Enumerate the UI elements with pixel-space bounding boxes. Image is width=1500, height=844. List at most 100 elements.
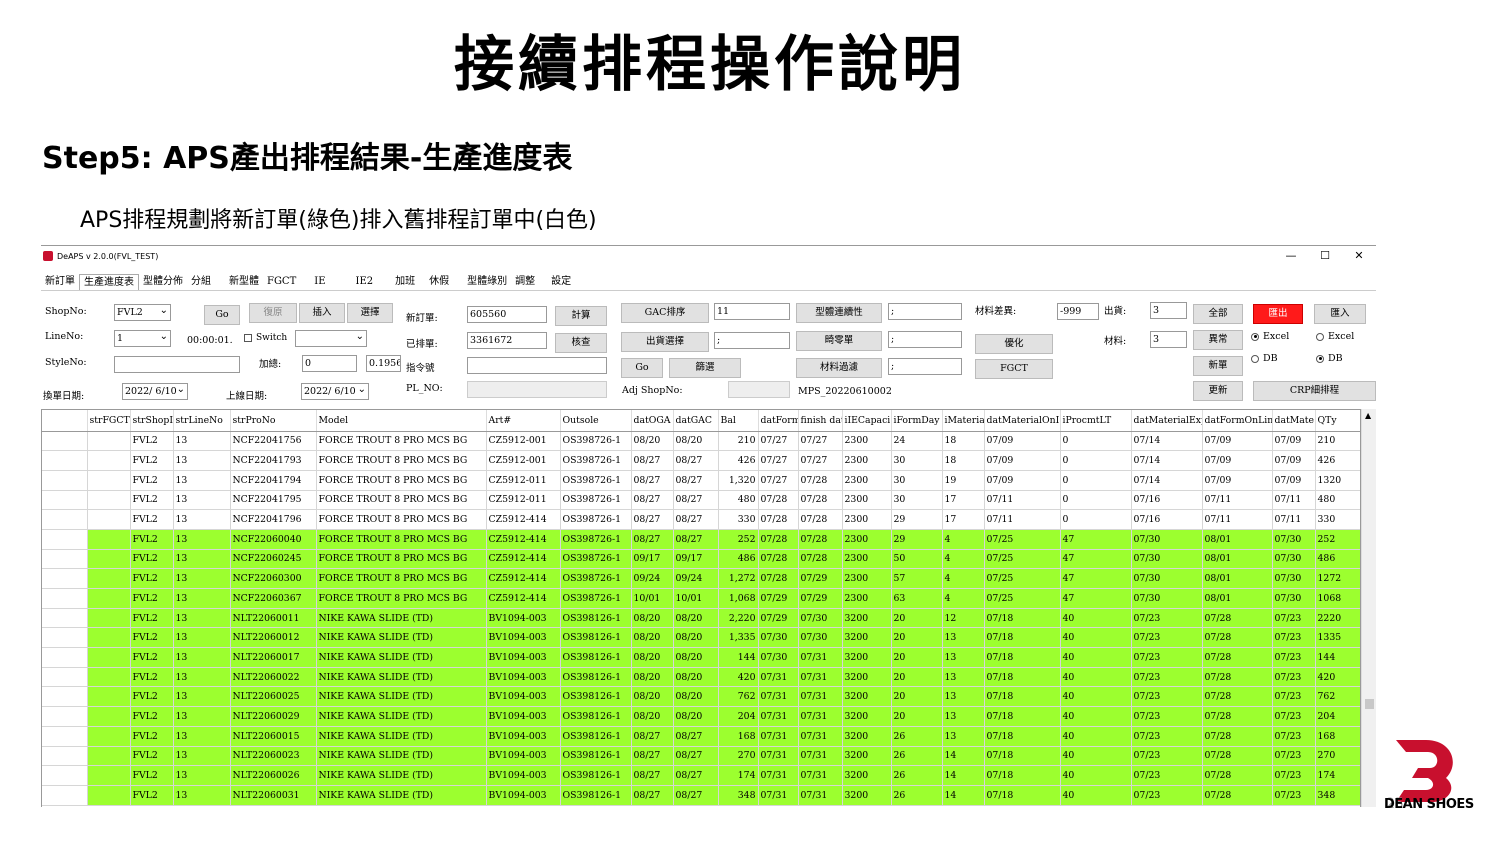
table-cell[interactable]: 07/23 — [1272, 785, 1316, 806]
table-cell[interactable]: 330 — [718, 509, 759, 530]
ship-select-button[interactable]: 出貨選擇 — [621, 332, 709, 352]
zero-order-button[interactable]: 畸零單 — [796, 331, 882, 351]
table-cell[interactable]: 40 — [1060, 706, 1132, 727]
table-cell[interactable]: 07/30 — [1272, 529, 1316, 550]
table-cell[interactable] — [87, 667, 131, 688]
table-cell[interactable]: 07/30 — [758, 627, 799, 649]
column-header[interactable]: Model — [316, 410, 487, 432]
column-header[interactable]: Art# — [486, 410, 561, 432]
table-row[interactable]: FVL2 13 NLT22060012 NIKE KAWA SLIDE (TD) BV1… — [42, 627, 1360, 649]
table-cell[interactable]: 07/14 — [1131, 431, 1203, 452]
table-cell[interactable]: 07/14 — [1131, 450, 1203, 471]
table-cell[interactable]: 07/28 — [798, 470, 843, 491]
table-cell[interactable]: 09/24 — [673, 568, 719, 589]
table-cell[interactable]: 07/31 — [798, 667, 843, 688]
scroll-thumb[interactable] — [1365, 699, 1374, 709]
table-cell[interactable]: 40 — [1060, 686, 1132, 708]
table-cell[interactable]: NCF22060245 — [230, 549, 317, 570]
tab-style-class[interactable]: 型體綠別 — [463, 274, 511, 290]
table-cell[interactable]: 07/28 — [1202, 726, 1273, 747]
table-cell[interactable]: 08/20 — [631, 706, 674, 727]
table-cell[interactable]: FVL2 — [130, 627, 174, 649]
table-cell[interactable]: 07/28 — [798, 529, 843, 550]
table-row[interactable]: FVL2 13 NCF22060245 FORCE TROUT 8 PRO MCS B… — [42, 549, 1360, 570]
table-row[interactable]: FVL2 13 NCF22060300 FORCE TROUT 8 PRO MCS B… — [42, 568, 1360, 589]
table-cell[interactable]: FORCE TROUT 8 PRO MCS BG — [316, 450, 487, 471]
table-cell[interactable]: 07/23 — [1131, 706, 1203, 727]
table-cell[interactable]: 0 — [1060, 490, 1132, 511]
table-cell[interactable]: 07/09 — [1202, 470, 1273, 491]
column-header[interactable]: Bal — [718, 410, 759, 432]
table-cell[interactable]: NIKE KAWA SLIDE (TD) — [316, 608, 487, 629]
table-cell[interactable]: BV1094-003 — [486, 706, 561, 727]
table-cell[interactable]: 1,272 — [718, 568, 759, 589]
table-cell[interactable]: 07/30 — [798, 627, 843, 649]
table-cell[interactable]: FORCE TROUT 8 PRO MCS BG — [316, 588, 487, 609]
table-cell[interactable]: 13 — [173, 509, 231, 530]
table-cell[interactable]: 270 — [1315, 746, 1360, 767]
table-cell[interactable]: 07/30 — [1131, 568, 1203, 589]
table-cell[interactable]: 40 — [1060, 726, 1132, 747]
table-cell[interactable]: 40 — [1060, 785, 1132, 806]
table-cell[interactable]: 1272 — [1315, 568, 1360, 589]
table-cell[interactable]: 08/20 — [673, 431, 719, 452]
table-row[interactable]: FVL2 13 NLT22060029 NIKE KAWA SLIDE (TD) BV1… — [42, 706, 1360, 727]
table-cell[interactable]: NIKE KAWA SLIDE (TD) — [316, 627, 487, 649]
table-cell[interactable]: 08/27 — [673, 529, 719, 550]
table-cell[interactable]: 50 — [891, 549, 943, 570]
table-cell[interactable]: OS398726-1 — [560, 568, 632, 589]
table-cell[interactable]: 07/28 — [758, 568, 799, 589]
table-cell[interactable]: 08/01 — [1202, 568, 1273, 589]
tab-adjust[interactable]: 調整 — [511, 274, 539, 290]
table-cell[interactable]: 0 — [1060, 509, 1132, 530]
table-cell[interactable]: 07/09 — [1272, 450, 1316, 471]
table-cell[interactable]: 13 — [942, 647, 985, 668]
table-cell[interactable]: 07/28 — [758, 490, 799, 511]
table-cell[interactable]: 3200 — [842, 746, 892, 767]
table-cell[interactable]: CZ5912-001 — [486, 450, 561, 471]
table-row[interactable]: FVL2 13 NCF22060040 FORCE TROUT 8 PRO MCS B… — [42, 529, 1360, 550]
table-cell[interactable] — [42, 746, 88, 767]
table-cell[interactable]: 07/25 — [984, 549, 1061, 570]
table-cell[interactable]: 09/17 — [673, 549, 719, 570]
table-cell[interactable]: 07/31 — [758, 765, 799, 786]
table-cell[interactable]: 07/18 — [984, 667, 1061, 688]
table-cell[interactable]: 07/31 — [798, 785, 843, 806]
go-button[interactable]: Go — [204, 305, 240, 325]
table-cell[interactable]: 144 — [1315, 647, 1360, 668]
table-row[interactable]: FVL2 13 NCF22041794 FORCE TROUT 8 PRO MCS B… — [42, 470, 1360, 491]
change-date-picker[interactable]: 2022/ 6/10 — [122, 383, 188, 400]
table-cell[interactable]: 13 — [173, 627, 231, 649]
table-cell[interactable]: 07/28 — [798, 509, 843, 530]
table-cell[interactable]: OS398726-1 — [560, 549, 632, 570]
column-header[interactable]: strFGCT — [87, 410, 131, 432]
table-cell[interactable]: 08/20 — [631, 667, 674, 688]
column-header[interactable]: iIECapaci — [842, 410, 892, 432]
table-cell[interactable]: 07/23 — [1272, 765, 1316, 786]
table-row[interactable]: FVL2 13 NLT22060026 NIKE KAWA SLIDE (TD) BV1… — [42, 765, 1360, 786]
table-cell[interactable]: 07/11 — [1202, 509, 1273, 530]
table-row[interactable]: FVL2 13 NCF22041795 FORCE TROUT 8 PRO MCS B… — [42, 490, 1360, 511]
table-cell[interactable]: 08/20 — [673, 667, 719, 688]
table-cell[interactable]: 0 — [1060, 431, 1132, 452]
table-cell[interactable]: 26 — [891, 726, 943, 747]
material-diff-input[interactable]: -999 — [1057, 303, 1099, 320]
table-cell[interactable]: 07/11 — [984, 490, 1061, 511]
table-cell[interactable]: NIKE KAWA SLIDE (TD) — [316, 785, 487, 806]
table-cell[interactable] — [42, 529, 88, 550]
table-cell[interactable]: 330 — [1315, 509, 1360, 530]
table-cell[interactable]: 07/31 — [798, 647, 843, 668]
table-cell[interactable]: 07/18 — [984, 647, 1061, 668]
table-cell[interactable]: 762 — [718, 686, 759, 708]
table-row[interactable]: FVL2 13 NLT22060017 NIKE KAWA SLIDE (TD) BV1… — [42, 647, 1360, 668]
table-cell[interactable]: 08/27 — [673, 509, 719, 530]
table-cell[interactable] — [42, 608, 88, 629]
table-cell[interactable]: 07/18 — [984, 706, 1061, 727]
table-cell[interactable]: 07/09 — [984, 450, 1061, 471]
close-button[interactable]: ✕ — [1342, 246, 1376, 266]
table-cell[interactable]: FVL2 — [130, 529, 174, 550]
table-cell[interactable]: BV1094-003 — [486, 765, 561, 786]
table-cell[interactable]: 07/28 — [758, 509, 799, 530]
table-cell[interactable]: BV1094-003 — [486, 726, 561, 747]
table-cell[interactable]: NIKE KAWA SLIDE (TD) — [316, 667, 487, 688]
